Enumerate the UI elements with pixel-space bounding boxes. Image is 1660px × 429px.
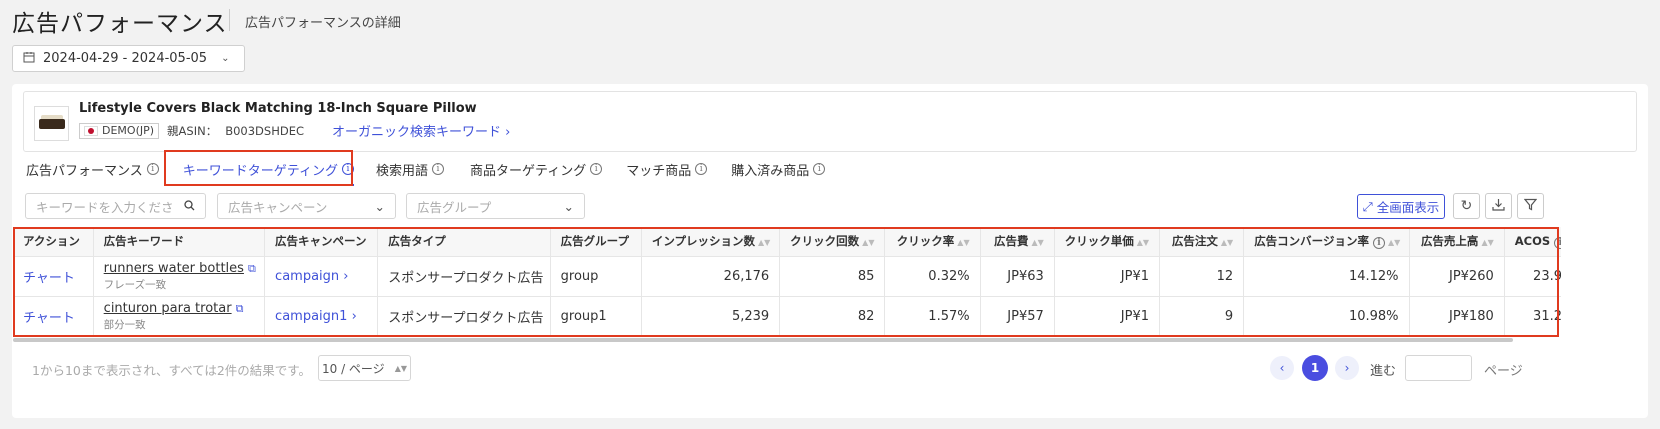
highlight-box-tab	[164, 150, 353, 186]
parent-asin-label: 親ASIN：	[167, 123, 218, 138]
page-subtitle: 広告パフォーマンスの詳細	[245, 16, 401, 31]
product-name: Lifestyle Covers Black Matching 18-Inch …	[79, 101, 477, 116]
product-thumbnail	[34, 106, 69, 141]
page-size-select[interactable]: 10 / ページ ▲▼	[318, 355, 411, 381]
chevron-down-icon: ⌄	[563, 198, 574, 214]
tab-ad-performance[interactable]: 広告パフォーマンス i	[26, 160, 159, 179]
next-page-button[interactable]: ›	[1335, 356, 1359, 380]
info-icon: i	[432, 163, 444, 175]
filter-icon	[1523, 198, 1538, 215]
download-icon	[1492, 198, 1505, 215]
goto-page-input[interactable]	[1405, 355, 1472, 381]
tab-product-targeting[interactable]: 商品ターゲティング i	[470, 160, 603, 179]
keyword-search-input[interactable]: キーワードを入力くださ	[25, 193, 206, 219]
tab-matched-products[interactable]: マッチ商品 i	[626, 160, 708, 179]
adgroup-select[interactable]: 広告グループ ⌄	[406, 193, 585, 219]
chevron-right-icon: ›	[1344, 361, 1350, 375]
download-button[interactable]	[1485, 193, 1512, 219]
fullscreen-button[interactable]: ⤢ 全画面表示	[1357, 194, 1445, 219]
page-1-button[interactable]: 1	[1302, 355, 1328, 381]
tab-purchased-products[interactable]: 購入済み商品 i	[731, 160, 826, 179]
calendar-icon	[23, 51, 35, 67]
tab-search-terms[interactable]: 検索用語 i	[376, 160, 444, 179]
page-title: 広告パフォーマンス	[12, 11, 228, 37]
result-summary: 1から10まで表示され、すべては2件の結果です。	[32, 363, 312, 378]
search-icon	[184, 199, 195, 214]
filter-button[interactable]	[1517, 193, 1544, 219]
expand-icon: ⤢	[1362, 198, 1373, 214]
horizontal-scrollbar[interactable]	[13, 338, 1513, 342]
organic-keyword-link[interactable]: オーガニック検索キーワード ›	[332, 121, 510, 140]
date-range-value: 2024-04-29 - 2024-05-05	[43, 51, 208, 66]
info-icon: i	[590, 163, 603, 175]
info-icon: i	[813, 163, 826, 175]
chevron-down-icon: ⌄	[374, 198, 385, 214]
sort-arrows-icon: ▲▼	[394, 363, 407, 373]
chevron-down-icon: ⌄	[221, 53, 230, 64]
marketplace-badge: DEMO(JP)	[79, 122, 160, 139]
page-label: ページ	[1484, 364, 1523, 379]
info-icon: i	[146, 163, 159, 175]
title-divider	[229, 9, 230, 31]
goto-label: 進む	[1370, 364, 1397, 379]
parent-asin: B003DSHDEC	[225, 123, 304, 138]
refresh-icon: ↻	[1460, 198, 1473, 214]
tab-bar: 広告パフォーマンス i キーワードターゲティング i 検索用語 i 商品ターゲティング…	[26, 155, 845, 186]
highlight-box-table	[13, 227, 1559, 337]
marketplace-name: DEMO(JP)	[102, 124, 155, 137]
chevron-right-icon: ›	[505, 125, 511, 140]
date-range-picker[interactable]: 2024-04-29 - 2024-05-05 ⌄	[12, 45, 245, 72]
campaign-select[interactable]: 広告キャンペーン ⌄	[217, 193, 396, 219]
refresh-button[interactable]: ↻	[1453, 193, 1480, 219]
chevron-left-icon: ‹	[1279, 361, 1285, 375]
japan-flag-icon	[84, 125, 98, 136]
prev-page-button[interactable]: ‹	[1270, 356, 1294, 380]
product-card: Lifestyle Covers Black Matching 18-Inch …	[23, 91, 1637, 152]
info-icon: i	[695, 163, 708, 175]
